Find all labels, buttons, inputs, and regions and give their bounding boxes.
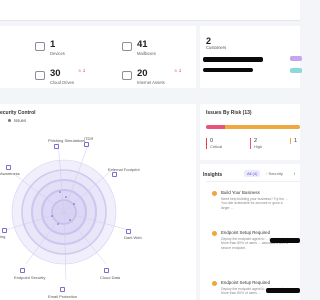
insights-title: Insights [203, 172, 223, 178]
cloud-drive-icon [35, 71, 45, 80]
dark-web-icon [126, 229, 131, 234]
insight-icon [212, 281, 217, 286]
divider [206, 181, 300, 182]
axis-label: Cloud Data [100, 275, 121, 280]
stat-label: Internet Assets [137, 80, 165, 85]
customers-label: Customers [206, 45, 227, 50]
risk-medium[interactable]: 1 [290, 138, 297, 144]
globe-icon [122, 71, 132, 80]
stat-value: 1 [50, 39, 56, 50]
issues-by-risk-title: Issues By Risk (13) [206, 110, 252, 116]
risk-label: High [254, 144, 263, 149]
device-icon [35, 42, 45, 51]
risk-label: Critical [210, 144, 223, 149]
insight-title: Endpoint Setup Required [221, 230, 271, 235]
customer-tag-purple [290, 56, 302, 61]
axis-label: Phishing Simulations [48, 138, 86, 143]
stat-label: Cloud Drives [50, 80, 74, 85]
redacted-text [203, 68, 253, 72]
insight-icon [212, 191, 217, 196]
axis-label: Dark Web [124, 235, 142, 240]
stat-value: 30 [50, 68, 61, 79]
axis-label: ing [0, 234, 6, 239]
axis-label: Endpoint Security [14, 275, 46, 280]
redacted-text [270, 238, 300, 243]
axis-label: ITDR [84, 136, 94, 141]
insight-item[interactable]: Build Your Business Need help building y… [212, 190, 300, 216]
stat-label: Mailboxes [137, 51, 156, 56]
axis-label: Awareness [0, 171, 20, 176]
insights-tab-security[interactable]: ◦ Security [266, 171, 283, 176]
mailbox-icon [122, 42, 132, 51]
awareness-icon [6, 165, 11, 170]
risk-bar [206, 125, 300, 129]
insight-title: Build Your Business [221, 190, 260, 195]
insight-icon [212, 231, 217, 236]
training-icon [2, 228, 7, 233]
risk-value: 1 [294, 138, 298, 144]
security-control-title: ecurity Control [0, 110, 36, 116]
legend-dot-issues [8, 119, 11, 122]
insights-tab-all[interactable]: All (4) [244, 170, 261, 177]
risk-bar-medium [224, 125, 300, 129]
stat-label: Devices [50, 51, 65, 56]
warning-count: ⚠ 1 [78, 68, 86, 73]
legend-label-issues: Issues [14, 118, 27, 123]
risk-bar-high [206, 125, 225, 129]
footprint-icon [112, 172, 117, 177]
identity-icon [84, 142, 89, 147]
cloud-data-icon [104, 268, 109, 273]
risk-high[interactable]: 2 High [250, 138, 262, 149]
insight-title: Endpoint Setup Required [221, 280, 271, 285]
overview-stats-panel [0, 26, 196, 88]
endpoint-icon [20, 268, 25, 273]
customer-tag-teal [290, 68, 302, 73]
stat-value: 20 [137, 68, 148, 79]
insight-body: Need help building your business? Try th… [221, 197, 288, 210]
email-icon [60, 287, 65, 292]
insight-item[interactable]: Endpoint Setup Required Deploy the endpo… [212, 230, 300, 258]
risk-critical[interactable]: 0 Critical [206, 138, 222, 149]
insights-tab-more[interactable]: I [294, 171, 295, 176]
axis-label: Email Protection [48, 294, 78, 299]
redacted-text [203, 57, 263, 62]
top-bar [0, 0, 300, 21]
phishing-icon [54, 144, 59, 149]
stat-value: 41 [137, 39, 148, 50]
warning-count: ⚠ 1 [174, 68, 182, 73]
redacted-text [266, 288, 300, 293]
